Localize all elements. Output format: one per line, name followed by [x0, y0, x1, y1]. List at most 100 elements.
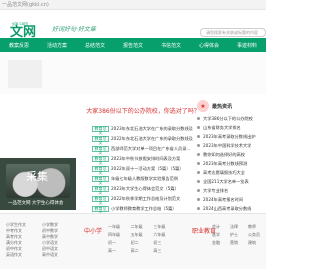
footer-link[interactable]: 营销 — [230, 240, 246, 246]
footer-link[interactable]: 初三 — [153, 240, 174, 246]
hot-icon: ★ — [197, 100, 209, 112]
hot-news-text[interactable]: 教你如何选择好的高校 — [203, 152, 266, 158]
footer-link[interactable]: 英语作文 — [6, 252, 26, 258]
search-input[interactable]: 请您搜索有关联或标题的内容 — [200, 28, 266, 37]
list-item[interactable]: 教育范文 小学教师教育教学工作总结（5篇） — [92, 204, 194, 214]
list-item[interactable]: 教育范文 2023年东北石油大学在广东的录取分数线及 — [92, 124, 194, 134]
main-title[interactable]: 大家386份以下的公办院校，你选对了吗？ — [86, 100, 199, 120]
hot-news-text[interactable]: 2023年高考分数线预测 — [203, 161, 266, 167]
hot-news-text[interactable]: 全国211大学名单一览表 — [203, 179, 266, 185]
category-tag[interactable]: 教育范文 — [92, 155, 109, 164]
hot-news-item[interactable]: 2023年中国科学技术大学 — [197, 141, 266, 150]
list-item-title[interactable]: 年级七年级人教版数学实验报告范例 — [111, 176, 193, 182]
footer-link[interactable]: 三年级 — [153, 224, 174, 230]
top-bar: 一品范文网(gkkl.cn) — [0, 0, 266, 10]
list-item-title[interactable]: 小学教师教育教学工作总结（5篇） — [111, 206, 193, 212]
footer-link[interactable]: 初一 — [108, 240, 129, 246]
footer-link[interactable]: 六年级 — [153, 232, 174, 238]
top-bar-text: 一品范文网(gkkl.cn) — [2, 2, 49, 8]
footer-links: 小学生作文 中考作文 高考作文 满分作文 初中作文 英语作文 小学数学 初中数学… — [0, 213, 266, 269]
category-tag[interactable]: 教育范文 — [92, 185, 109, 194]
list-item-title[interactable]: 2023年中秋节放假安排时间表及方案 — [111, 156, 193, 162]
nav-item[interactable]: 书信范文 — [161, 42, 181, 49]
category-tag[interactable]: 教育范文 — [92, 145, 109, 154]
hot-news-header: ★ 最热资讯 — [197, 100, 266, 112]
bullet-icon — [197, 162, 200, 165]
hot-news-item[interactable]: 2024山西高考录取分数线 — [197, 204, 266, 213]
hot-news-item[interactable]: 山东省财务大学排名 — [197, 123, 266, 132]
footer-link[interactable]: 医学 — [212, 232, 228, 238]
banner-placeholder — [8, 60, 42, 88]
hot-news-text[interactable]: 高考志愿填报技巧大全 — [203, 170, 266, 176]
footer-link[interactable]: 高三 — [153, 248, 174, 254]
site-header: ym.com 文网 好词好句·好文章 请您搜索有关联或标题的内容 — [0, 10, 266, 40]
footer-link[interactable]: 高二 — [131, 248, 152, 254]
list-item[interactable]: 教育范文 西部师范大学对单一项目在广东省人员录取分 — [92, 144, 194, 154]
footer-link[interactable]: 一年级 — [108, 224, 129, 230]
hot-news-text[interactable]: 2023年高考录取分数线出炉 — [203, 134, 266, 140]
bullet-icon — [197, 126, 200, 129]
bullet-icon — [197, 171, 200, 174]
footer-link[interactable]: 四年级 — [108, 232, 129, 238]
hot-news-text[interactable]: 大学专业排名 — [203, 188, 266, 194]
footer-grid-mid: 一年级 二年级 三年级 四年级 五年级 六年级 初一 初二 初三 高一 高二 高… — [108, 224, 174, 254]
category-tag[interactable]: 教育范文 — [92, 175, 109, 184]
footer-link[interactable]: 公务员 — [248, 232, 264, 238]
hot-news-item[interactable]: 2023年高考录取分数线出炉 — [197, 132, 266, 141]
list-item[interactable]: 教育范文 2022年东北石油大学在广东的录取分数线及 — [92, 134, 194, 144]
nav-item[interactable]: 报告范文 — [123, 42, 143, 49]
hot-news-item[interactable]: 大学386分以下的公办院校 — [197, 114, 266, 123]
category-tag[interactable]: 教育范文 — [92, 165, 109, 174]
nav-item[interactable]: 教案反思 — [9, 42, 29, 49]
nav-item[interactable]: 心得体会 — [199, 42, 219, 49]
hot-news-text[interactable]: 大学386分以下的公办院校 — [203, 116, 266, 122]
footer-link[interactable]: 法律 — [230, 224, 246, 230]
list-item-title[interactable]: 2023年大学生心得体会范文（5篇） — [111, 186, 193, 192]
footer-link[interactable]: 护士 — [230, 232, 246, 238]
footer-link[interactable]: 高一 — [108, 248, 129, 254]
footer-link[interactable]: 金融 — [212, 240, 228, 246]
nav-item[interactable]: 总结范文 — [85, 42, 105, 49]
list-item[interactable]: 教育范文 2023年中秋节放假安排时间表及方案 — [92, 154, 194, 164]
list-item[interactable]: 教育范文 2022年双十一活动方案（5篇）（5篇） — [92, 164, 194, 174]
hot-news-item[interactable]: 高考志愿填报技巧大全 — [197, 168, 266, 177]
main-title-text[interactable]: 大家386份以下的公办院校，你选对了吗？ — [86, 106, 199, 115]
hot-news-item[interactable]: 大学专业排名 — [197, 186, 266, 195]
footer-link[interactable]: 初二 — [131, 240, 152, 246]
list-item[interactable]: 教育范文 2023年大学生心得体会范文（5篇） — [92, 184, 194, 194]
list-item-title[interactable]: 2023年东北石油大学在广东的录取分数线及 — [111, 126, 193, 132]
footer-link[interactable]: 高中语文 — [42, 252, 58, 258]
footer-link[interactable]: 建筑 — [248, 240, 264, 246]
bullet-icon — [197, 198, 200, 201]
category-tag[interactable]: 教育范文 — [92, 135, 109, 144]
list-item-title[interactable]: 2022年秋季学期工作总结及计划范文 — [111, 196, 193, 202]
footer-link[interactable]: 会计 — [212, 224, 228, 230]
site-slogan: 好词好句·好文章 — [52, 26, 96, 33]
nav-item[interactable]: 事迹材料 — [237, 42, 257, 49]
search-placeholder: 请您搜索有关联或标题的内容 — [206, 30, 258, 35]
hot-news-text[interactable]: 2024山西高考录取分数线 — [203, 206, 266, 212]
list-item-title[interactable]: 西部师范大学对单一项目在广东省人员录取分 — [111, 146, 193, 152]
hot-news-item[interactable]: 教你如何选择好的高校 — [197, 150, 266, 159]
category-tag[interactable]: 教育范文 — [92, 125, 109, 134]
feature-image[interactable]: 采集 一品范文网 大学生心得体会 — [0, 158, 76, 210]
category-tag[interactable]: 教育范文 — [92, 205, 109, 214]
hot-news-item[interactable]: 2023年高考分数线预测 — [197, 159, 266, 168]
banner-area — [0, 52, 266, 94]
hot-news-item[interactable]: 全国211大学名单一览表 — [197, 177, 266, 186]
hot-news-text[interactable]: 2024年高考报名时间 — [203, 197, 266, 203]
footer-link[interactable]: 五年级 — [131, 232, 152, 238]
footer-section-title: 中小学 — [84, 228, 103, 235]
footer-link[interactable]: 教师 — [248, 224, 264, 230]
category-tag[interactable]: 教育范文 — [92, 195, 109, 204]
list-item-title[interactable]: 2022年双十一活动方案（5篇）（5篇） — [111, 166, 193, 172]
footer-link[interactable]: 二年级 — [131, 224, 152, 230]
hot-news-text[interactable]: 山东省财务大学排名 — [203, 125, 266, 131]
list-item[interactable]: 教育范文 年级七年级人教版数学实验报告范例 — [92, 174, 194, 184]
nav-item[interactable]: 活动方案 — [47, 42, 67, 49]
hot-news-item[interactable]: 2024年高考报名时间 — [197, 195, 266, 204]
list-item[interactable]: 教育范文 2022年秋季学期工作总结及计划范文 — [92, 194, 194, 204]
list-item-title[interactable]: 2022年东北石油大学在广东的录取分数线及 — [111, 136, 193, 142]
footer-col-1: 小学生作文 中考作文 高考作文 满分作文 初中作文 英语作文 — [6, 222, 26, 258]
hot-news-text[interactable]: 2023年中国科学技术大学 — [203, 143, 266, 149]
